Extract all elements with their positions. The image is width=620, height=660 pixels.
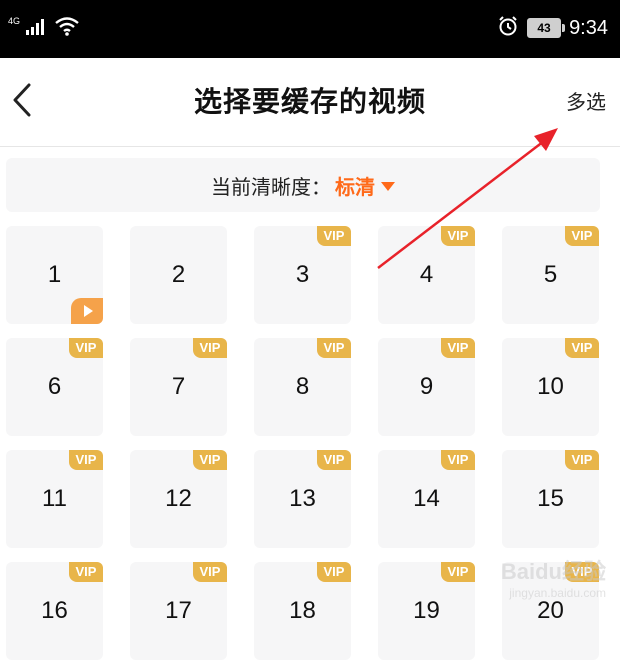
episode-number: 18 bbox=[289, 597, 316, 624]
episode-number: 19 bbox=[413, 597, 440, 624]
vip-badge: VIP bbox=[69, 338, 103, 358]
signal-icon bbox=[26, 17, 48, 39]
episode-number: 13 bbox=[289, 485, 316, 512]
episode-item[interactable]: 18 VIP bbox=[254, 562, 351, 660]
episode-item[interactable]: 8 VIP bbox=[254, 338, 351, 436]
episode-number: 7 bbox=[171, 373, 186, 400]
episode-item[interactable]: 9 VIP bbox=[378, 338, 475, 436]
vip-badge: VIP bbox=[441, 226, 475, 246]
episode-number: 11 bbox=[42, 485, 67, 512]
episode-item[interactable]: 4 VIP bbox=[378, 226, 475, 324]
vip-badge: VIP bbox=[441, 338, 475, 358]
episode-number: 3 bbox=[295, 261, 310, 288]
episode-item[interactable]: 11 VIP bbox=[6, 450, 103, 548]
play-triangle-icon bbox=[83, 305, 93, 317]
episode-item[interactable]: 16 VIP bbox=[6, 562, 103, 660]
episode-item[interactable]: 7 VIP bbox=[130, 338, 227, 436]
vip-badge: VIP bbox=[441, 562, 475, 582]
vip-badge: VIP bbox=[69, 450, 103, 470]
vip-badge: VIP bbox=[317, 562, 351, 582]
episode-number: 4 bbox=[419, 261, 434, 288]
quality-label: 当前清晰度： bbox=[211, 174, 331, 199]
vip-badge: VIP bbox=[193, 338, 227, 358]
episode-number: 1 bbox=[47, 261, 62, 288]
episode-item[interactable]: 13 VIP bbox=[254, 450, 351, 548]
episode-number: 5 bbox=[543, 261, 558, 288]
episode-item[interactable]: 12 VIP bbox=[130, 450, 227, 548]
vip-badge: VIP bbox=[317, 226, 351, 246]
caret-down-icon[interactable] bbox=[381, 181, 395, 191]
episode-item[interactable]: 3 VIP bbox=[254, 226, 351, 324]
network-type: 4G bbox=[8, 16, 21, 26]
episode-item[interactable]: 5 VIP bbox=[502, 226, 599, 324]
battery-icon: 43 bbox=[527, 18, 566, 38]
episode-item[interactable]: 19 VIP bbox=[378, 562, 475, 660]
watermark-logo: Baidu经验 bbox=[500, 559, 606, 584]
vip-badge: VIP bbox=[193, 450, 227, 470]
play-icon bbox=[71, 298, 103, 324]
episode-number: 12 bbox=[165, 485, 192, 512]
status-time: 9:34 bbox=[569, 16, 608, 39]
vip-badge: VIP bbox=[193, 562, 227, 582]
watermark: Baidu经验 jingyan.baidu.com bbox=[501, 554, 606, 600]
episode-item[interactable]: 1 bbox=[6, 226, 103, 324]
quality-value[interactable]: 标清 bbox=[335, 171, 375, 200]
vip-badge: VIP bbox=[565, 226, 599, 246]
episode-item[interactable]: 17 VIP bbox=[130, 562, 227, 660]
watermark-url: jingyan.baidu.com bbox=[509, 586, 606, 600]
page-title: 选择要缓存的视频 bbox=[193, 85, 426, 118]
episode-number: 17 bbox=[165, 597, 192, 624]
multi-select-button[interactable]: 多选 bbox=[566, 86, 606, 115]
vip-badge: VIP bbox=[565, 450, 599, 470]
quality-selector[interactable]: 当前清晰度： 标清 bbox=[6, 158, 600, 212]
episode-number: 16 bbox=[41, 597, 68, 624]
alarm-icon bbox=[497, 15, 519, 41]
vip-badge: VIP bbox=[317, 338, 351, 358]
episode-number: 20 bbox=[537, 597, 564, 624]
status-right: 43 9:34 bbox=[497, 14, 608, 42]
episode-number: 9 bbox=[419, 373, 434, 400]
vip-badge: VIP bbox=[441, 450, 475, 470]
vip-badge: VIP bbox=[565, 338, 599, 358]
episode-item[interactable]: 2 bbox=[130, 226, 227, 324]
episode-item[interactable]: 15 VIP bbox=[502, 450, 599, 548]
episode-number: 2 bbox=[171, 261, 186, 288]
episode-item[interactable]: 10 VIP bbox=[502, 338, 599, 436]
page-header: 选择要缓存的视频 多选 bbox=[0, 58, 620, 146]
episode-number: 6 bbox=[47, 373, 62, 400]
episode-number: 14 bbox=[413, 485, 440, 512]
episode-number: 15 bbox=[537, 485, 564, 512]
status-left: 4G bbox=[8, 14, 80, 42]
episode-number: 10 bbox=[537, 373, 564, 400]
episode-item[interactable]: 14 VIP bbox=[378, 450, 475, 548]
vip-badge: VIP bbox=[317, 450, 351, 470]
wifi-icon bbox=[54, 16, 80, 40]
vip-badge: VIP bbox=[69, 562, 103, 582]
episode-item[interactable]: 6 VIP bbox=[6, 338, 103, 436]
header-divider bbox=[0, 146, 620, 147]
status-bar: 4G 43 9:34 bbox=[0, 0, 620, 58]
episode-number: 8 bbox=[295, 373, 310, 400]
